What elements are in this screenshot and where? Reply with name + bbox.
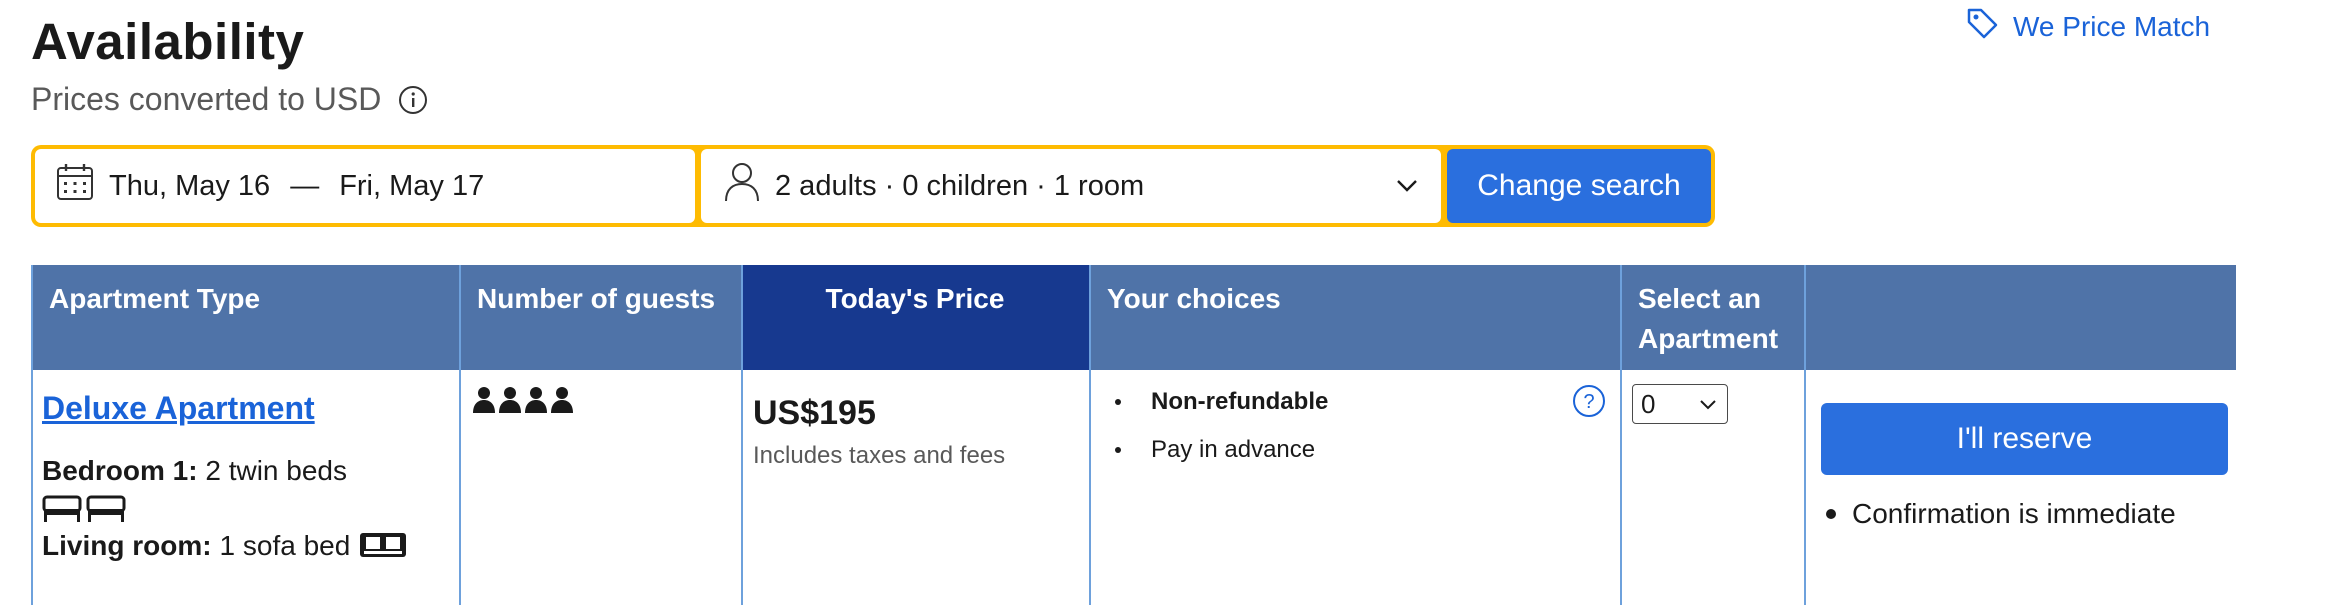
sofa-bed-icon [360,533,407,557]
price-amount: US$195 [753,394,876,432]
bullet [1115,399,1121,405]
tag-icon [1965,6,1999,47]
select-value: 0 [1641,388,1656,419]
twin-beds-icons [42,493,126,523]
person-icon [550,386,574,419]
person-icon [524,386,548,419]
living-room-value: 1 sofa bed [219,530,351,561]
chevron-down-icon [1700,400,1716,410]
search-bar: Thu, May 16 — Fri, May 17 2 adults · 0 c… [31,145,1715,227]
header-apartment-type: Apartment Type [49,283,261,314]
header-your-choices: Your choices [1107,283,1281,314]
currency-subtitle: Prices converted to USD [31,81,429,118]
column-divider [459,265,461,605]
choice-non-refundable: Non-refundable [1151,388,1329,415]
confirmation-text: Confirmation is immediate [1852,498,2176,529]
price-cell: US$195 Includes taxes and fees [741,370,1089,510]
date-range-field[interactable]: Thu, May 16 — Fri, May 17 [35,149,695,223]
choice-item: Non-refundable [1115,388,1328,416]
number-of-guests-cell [459,370,741,430]
select-apartment-cell: 0 [1620,370,1804,450]
checkin-date: Thu, May 16 [109,169,271,202]
confirmation-note: Confirmation is immediate [1826,498,2176,530]
bedroom-1-label: Bedroom 1: [42,455,198,486]
header-todays-price: Today's Price [741,265,1089,370]
living-room-info: Living room: 1 sofa bed [42,530,408,562]
header-reserve [1804,265,2236,370]
bullet [1115,447,1121,453]
price-taxes-note: Includes taxes and fees [753,442,1006,469]
currency-subtitle-text: Prices converted to USD [31,81,382,117]
price-match-link[interactable]: We Price Match [1965,6,2210,47]
svg-text:?: ? [1583,391,1594,413]
bedroom-1-info: Bedroom 1: 2 twin beds [42,455,347,487]
help-icon[interactable]: ? [1572,384,1606,423]
apartment-quantity-select[interactable]: 0 [1632,384,1728,424]
bedroom-1-value: 2 twin beds [205,455,347,486]
price-match-label: We Price Match [2013,10,2211,42]
occupancy-text: 2 adults · 0 children · 1 room [775,169,1145,202]
person-icon [723,161,761,211]
change-search-button[interactable]: Change search [1447,149,1711,223]
bed-icon [42,495,82,522]
reserve-cell: I'll reserve Confirmation is immediate [1804,370,2236,550]
bed-icon [86,495,126,522]
header-select-apartment: Select an Apartment [1638,283,1779,354]
calendar-icon [55,162,95,210]
apartment-name-link[interactable]: Deluxe Apartment [42,390,315,427]
choice-pay-in-advance: Pay in advance [1151,436,1316,463]
choice-item: Pay in advance [1115,436,1315,464]
bullet [1826,509,1836,519]
reserve-button[interactable]: I'll reserve [1821,403,2228,475]
choices-cell: Non-refundable Pay in advance ? [1089,370,1620,510]
living-room-label: Living room: [42,530,212,561]
page-title: Availability [31,13,305,70]
guest-icons [472,386,574,419]
person-icon [472,386,496,419]
info-icon[interactable] [397,84,429,116]
date-separator: — [290,169,320,202]
person-icon [498,386,522,419]
header-number-of-guests: Number of guests [477,283,716,314]
apartment-type-cell: Deluxe Apartment Bedroom 1: 2 twin beds … [31,370,459,610]
table-header: Apartment Type Number of guests Today's … [31,265,2236,370]
availability-table: Apartment Type Number of guests Today's … [31,265,2236,605]
checkout-date: Fri, May 17 [339,169,485,202]
occupancy-field[interactable]: 2 adults · 0 children · 1 room [701,149,1441,223]
chevron-down-icon [1395,172,1419,205]
